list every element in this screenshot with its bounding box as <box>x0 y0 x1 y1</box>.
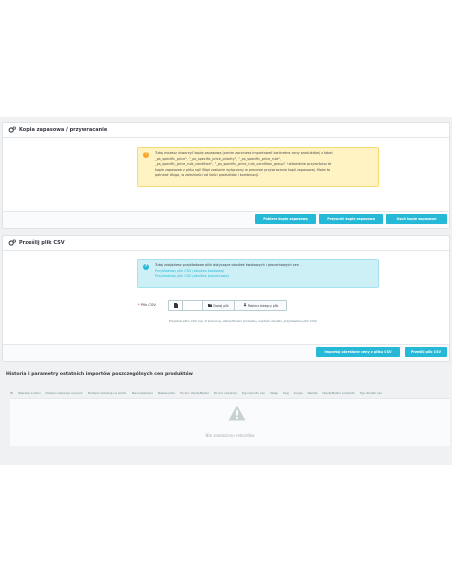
download-backup-button[interactable]: Pobierz kopię zapasową <box>255 214 316 224</box>
empty-message: Nie znaleziono rekordów <box>205 433 255 438</box>
cogs-icon <box>7 126 16 135</box>
download-current-file-label: Pobierz bieżący plik <box>247 303 279 308</box>
file-icon <box>173 302 178 309</box>
column-header: Nie znaleziono <box>131 391 153 395</box>
csv-file-label: * Plik CSV: <box>138 303 157 307</box>
column-header: Po kol. identyfikator <box>180 391 210 395</box>
column-header: Wiersze w pliku <box>18 391 41 395</box>
backup-panel-title: Kopia zapasowa / przywracanie <box>19 127 108 133</box>
column-header: Nazwa pliku <box>157 391 176 395</box>
add-file-button[interactable]: Dodaj plik <box>203 301 235 310</box>
column-header: ID <box>10 391 14 395</box>
csv-panel-title: Prześlij plik CSV <box>19 240 65 246</box>
add-file-label: Dodaj plik <box>213 303 229 308</box>
sample-csv-percent-link[interactable]: Przykładowy plik CSV (obniżka procentowa… <box>155 274 372 280</box>
column-header: Identyfikator produktu <box>322 391 355 395</box>
folder-icon <box>208 303 213 308</box>
file-name-field[interactable] <box>183 301 203 310</box>
backup-panel-header: Kopia zapasowa / przywracanie <box>3 123 449 138</box>
backup-warning-text: Tutaj możesz utworzyć kopię zapasową (za… <box>155 151 372 179</box>
history-title: Historia i parametry ostatnich importów … <box>6 372 193 377</box>
column-header: Dodano redukcje na prod. <box>45 391 83 395</box>
csv-help-text: Przykład pliku CSV (np. Z kolumną: ident… <box>169 319 318 323</box>
download-current-file-button[interactable]: Pobierz bieżący plik <box>235 301 286 310</box>
column-header: Kraj <box>283 391 289 395</box>
csv-info-text: Tutaj znajdziesz przykładowe pliki dotyc… <box>155 263 372 280</box>
backup-panel: Kopia zapasowa / przywracanie ! Tutaj mo… <box>2 122 450 229</box>
csv-file-label-text: Plik CSV: <box>140 303 157 307</box>
column-header: Po kol. redukcje <box>214 391 237 395</box>
required-mark: * <box>138 303 140 307</box>
column-header: Grupa <box>293 391 303 395</box>
delete-backups-button[interactable]: Usuń kopie zapasowe <box>386 214 447 224</box>
csv-upload-panel: Prześlij plik CSV ? Tutaj znajdziesz prz… <box>2 235 450 362</box>
import-specific-prices-button[interactable]: Importuj określone ceny z pliku CSV <box>316 347 400 357</box>
csv-file-input[interactable]: Dodaj plik Pobierz bieżący plik <box>168 300 287 311</box>
download-icon <box>243 303 247 308</box>
history-table-header: ID Wiersze w pliku Dodano redukcje na pr… <box>10 389 450 397</box>
cogs-icon <box>7 239 16 248</box>
history-empty-state: Nie znaleziono rekordów <box>10 398 450 446</box>
column-header: Sklep <box>270 391 278 395</box>
column-header: Dodano redukcje na komb. <box>88 391 127 395</box>
csv-info-alert: ? Tutaj znajdziesz przykładowe pliki dot… <box>137 259 379 288</box>
info-icon: ? <box>143 264 149 270</box>
backup-warning-line: potrwać długo, w zależności od ilości pr… <box>155 173 260 178</box>
column-header: Typ obniżki cen <box>359 391 383 395</box>
backup-warning-alert: ! Tutaj możesz utworzyć kopię zapasową (… <box>137 147 379 187</box>
file-icon-segment <box>169 301 183 310</box>
csv-panel-header: Prześlij plik CSV <box>3 236 449 251</box>
warning-triangle-icon <box>228 405 246 425</box>
column-header: Waluta <box>307 391 318 395</box>
column-header: Typ importu cen <box>241 391 266 395</box>
upload-csv-button[interactable]: Prześlij plik CSV <box>405 347 447 357</box>
restore-backup-button[interactable]: Przywróć kopię zapasową <box>319 214 383 224</box>
warning-icon: ! <box>143 152 149 158</box>
